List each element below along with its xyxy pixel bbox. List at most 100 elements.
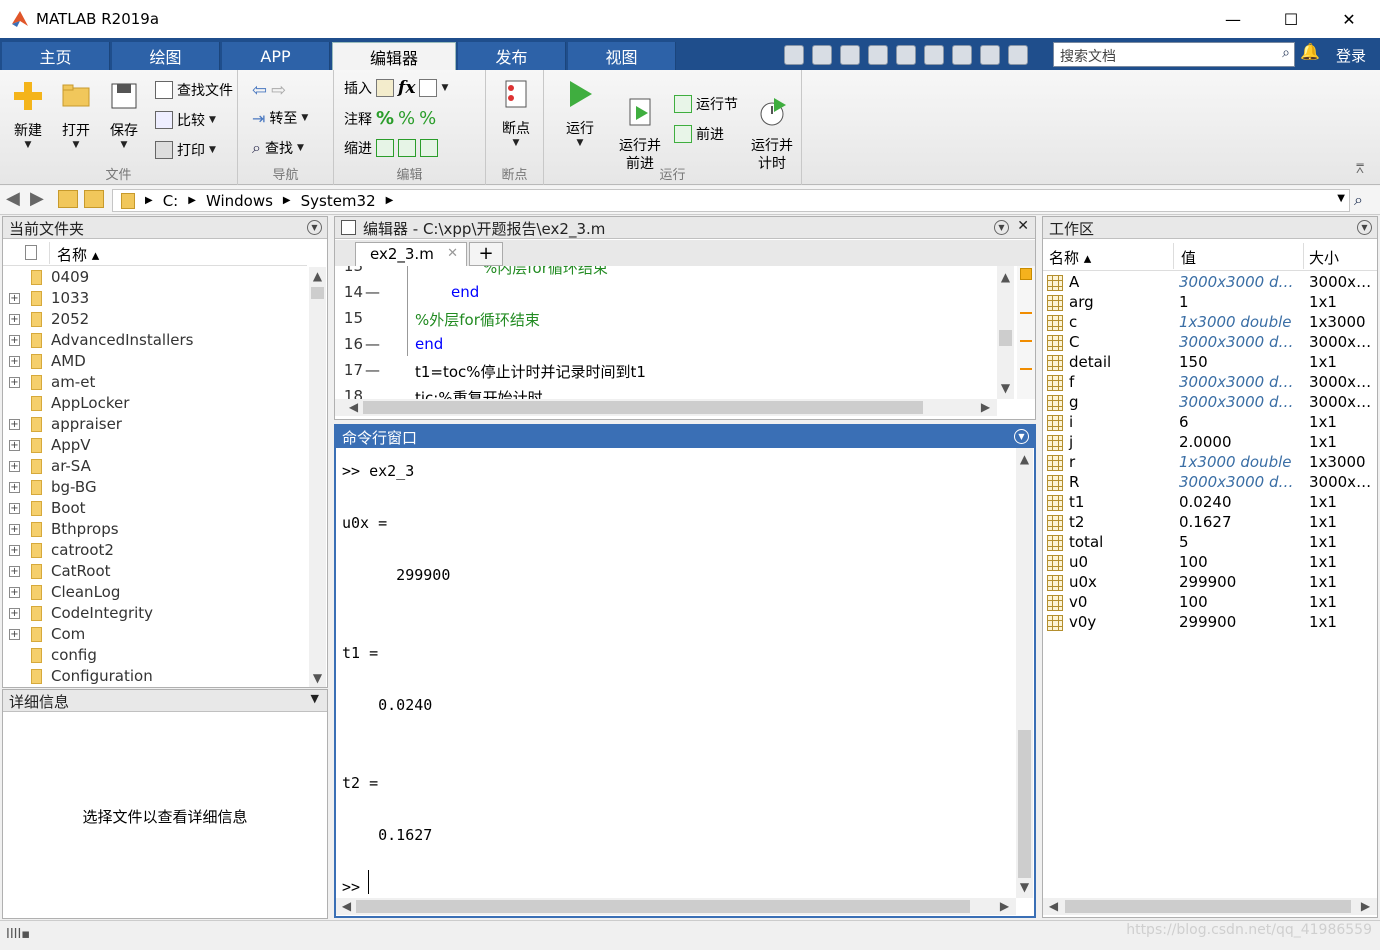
indent-button[interactable]: 缩进 [344,138,438,158]
tab-apps[interactable]: APP [222,42,330,70]
tab-editor[interactable]: 编辑器 [332,42,456,70]
new-button[interactable]: 新建 ▼ [8,80,48,150]
command-output[interactable]: >> ex2_3 u0x = 299900 t1 = 0.0240 t2 = 0.16… [336,448,1014,898]
print-button[interactable]: 打印 ▼ [155,140,216,160]
ws-value-column[interactable]: 值 [1181,247,1196,268]
scroll-right-icon[interactable]: ▶ [996,899,1013,913]
workspace-variable-row[interactable]: C 3000x3000 do... 3000x3... [1043,333,1377,353]
path-field[interactable]: ▶ C: ▶ Windows ▶ System32 ▶ ▼ [112,189,1350,212]
close-button[interactable]: ✕ [1320,0,1378,38]
goto-button[interactable]: ⇥ 转至 ▼ [252,108,308,128]
folder-item[interactable]: + CatRoot [3,561,307,582]
decrease-indent-icon[interactable] [420,139,438,157]
folder-item[interactable]: AppLocker [3,393,307,414]
search-folder-icon[interactable]: ⌕ [1354,190,1363,210]
compare-button[interactable]: 比较 ▼ [155,110,216,130]
breadcrumb-windows[interactable]: Windows [206,192,273,210]
scroll-right-icon[interactable]: ▶ [1357,899,1374,913]
scroll-down-icon[interactable]: ▼ [997,381,1014,395]
code-line[interactable]: 15 %外层for循环结束 [335,306,995,332]
workspace-variable-row[interactable]: v0y 299900 1x1 [1043,613,1377,633]
workspace-variable-row[interactable]: j 2.0000 1x1 [1043,433,1377,453]
help-icon[interactable] [980,45,1000,65]
panel-menu-icon[interactable]: ▼ [1357,220,1372,235]
expand-icon[interactable]: + [9,587,20,598]
search-docs-input[interactable]: 搜索文档 ⌕ [1053,42,1295,67]
close-editor-icon[interactable]: ✕ [1017,218,1029,234]
scroll-left-icon[interactable]: ◀ [1045,899,1062,913]
workspace-variable-row[interactable]: g 3000x3000 do... 3000x3... [1043,393,1377,413]
breakpoints-button[interactable]: 断点 ▼ [496,78,536,148]
run-section-button[interactable]: 运行节 [674,94,738,114]
scroll-down-icon[interactable]: ▼ [1016,880,1033,894]
wrap-comment-icon[interactable]: % [419,108,436,129]
chevron-down-icon[interactable]: ▼ [441,83,448,93]
scroll-thumb[interactable] [363,401,923,414]
insert-button[interactable]: 插入 fx ▼ [344,78,448,98]
expand-icon[interactable]: + [9,524,20,535]
tab-publish[interactable]: 发布 [458,42,566,70]
workspace-variable-row[interactable]: t1 0.0240 1x1 [1043,493,1377,513]
breakpoint-dash[interactable]: — [365,335,380,353]
warning-marker[interactable] [1020,340,1032,342]
breakpoint-dash[interactable]: — [365,283,380,301]
workspace-variable-row[interactable]: arg 1 1x1 [1043,293,1377,313]
back-arrow-icon[interactable]: ◀ [6,188,20,209]
tab-view[interactable]: 视图 [568,42,676,70]
warning-marker[interactable] [1020,312,1032,314]
cut-icon[interactable] [812,45,832,65]
path-dropdown-icon[interactable]: ▼ [1337,193,1345,204]
new-tab-button[interactable]: + [469,242,503,266]
folder-item[interactable]: + am-et [3,372,307,393]
run-button[interactable]: 运行 ▼ [560,78,600,148]
expand-icon[interactable]: + [9,356,20,367]
name-column-header[interactable]: 名称 ▴ [57,244,99,265]
find-button[interactable]: ⌕ 查找 ▼ [252,138,304,158]
workspace-hscrollbar[interactable]: ◀ ▶ [1043,898,1377,915]
forward-arrow-icon[interactable]: ▶ [30,188,44,209]
insert-function-icon[interactable] [419,79,438,97]
workspace-variable-row[interactable]: u0x 299900 1x1 [1043,573,1377,593]
expand-icon[interactable]: + [9,293,20,304]
folder-item[interactable]: + appraiser [3,414,307,435]
workspace-variable-row[interactable]: u0 100 1x1 [1043,553,1377,573]
folder-item[interactable]: + AMD [3,351,307,372]
workspace-variable-row[interactable]: A 3000x3000 do... 3000x3... [1043,273,1377,293]
breadcrumb-drive[interactable]: C: [163,192,179,210]
code-line[interactable]: 16— end [335,332,995,358]
scroll-right-icon[interactable]: ▶ [977,400,994,414]
expand-icon[interactable]: + [9,566,20,577]
folder-item[interactable]: + CleanLog [3,582,307,603]
advance-button[interactable]: 前进 [674,124,724,144]
folder-item[interactable]: + CodeIntegrity [3,603,307,624]
folder-item[interactable]: + bg-BG [3,477,307,498]
code-line[interactable]: 18 tic;%重复开始计时 [335,384,995,399]
folder-item[interactable]: 0409 [3,267,307,288]
scroll-thumb[interactable] [1018,730,1031,878]
panel-menu-icon[interactable]: ▼ [307,220,322,235]
notification-icon[interactable]: 🔔 [1300,42,1320,66]
tab-home[interactable]: 主页 [2,42,110,70]
dropdown-icon[interactable] [1008,45,1028,65]
workspace-variable-row[interactable]: r 1x3000 double 1x3000 [1043,453,1377,473]
forward-arrow-icon[interactable]: ⇨ [271,80,286,101]
scroll-thumb[interactable] [999,330,1012,346]
copy-icon[interactable] [840,45,860,65]
folder-item[interactable]: + AppV [3,435,307,456]
folder-scrollbar[interactable]: ▲ ▼ [309,267,326,687]
open-button[interactable]: 打开 ▼ [56,80,96,150]
expand-icon[interactable]: + [9,419,20,430]
workspace-variable-row[interactable]: total 5 1x1 [1043,533,1377,553]
minimize-button[interactable]: — [1204,0,1262,38]
undo-icon[interactable] [896,45,916,65]
expand-icon[interactable]: + [9,461,20,472]
workspace-variable-row[interactable]: R 3000x3000 do... 3000x3... [1043,473,1377,493]
expand-icon[interactable]: + [9,314,20,325]
tab-plots[interactable]: 绘图 [112,42,220,70]
workspace-variable-row[interactable]: v0 100 1x1 [1043,593,1377,613]
scroll-left-icon[interactable]: ◀ [345,400,362,414]
warning-indicator-icon[interactable] [1020,268,1032,280]
smart-indent-icon[interactable] [376,139,394,157]
breadcrumb-system32[interactable]: System32 [301,192,376,210]
folder-item[interactable]: config [3,645,307,666]
